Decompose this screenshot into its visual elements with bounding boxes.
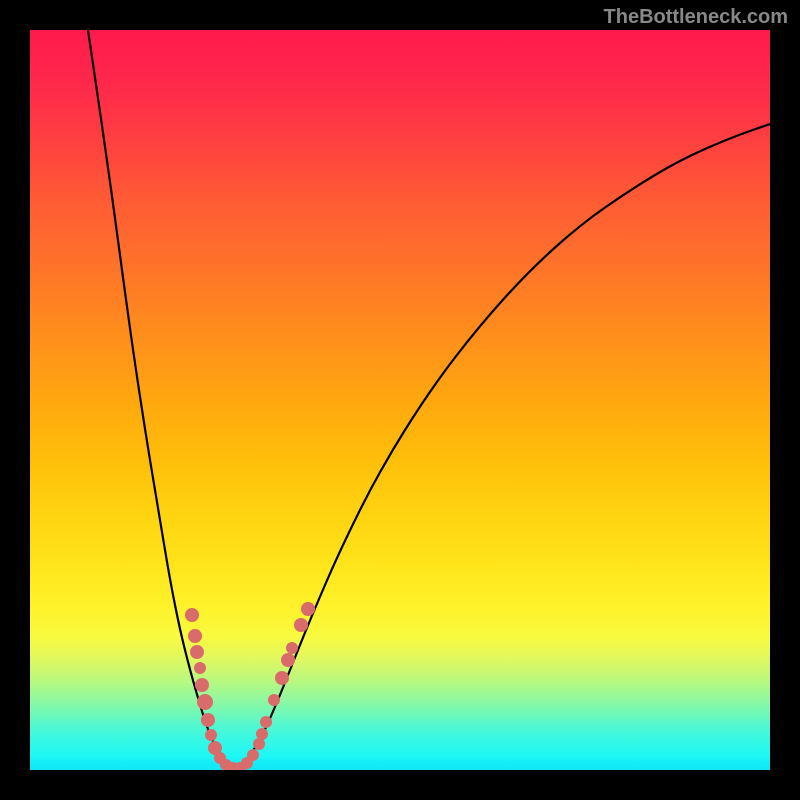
data-point — [205, 729, 217, 741]
data-point — [256, 728, 268, 740]
watermark-text: TheBottleneck.com — [604, 6, 788, 29]
data-point — [260, 716, 272, 728]
curve-left-branch — [88, 30, 236, 769]
data-point — [286, 642, 298, 654]
data-point — [301, 602, 315, 616]
data-point — [294, 618, 308, 632]
data-point — [268, 694, 280, 706]
data-point — [188, 629, 202, 643]
data-point — [247, 749, 259, 761]
data-point — [195, 678, 209, 692]
data-point — [281, 653, 295, 667]
data-point — [275, 671, 289, 685]
data-point — [197, 694, 213, 710]
data-point — [201, 713, 215, 727]
chart-plot-area — [30, 30, 770, 770]
curve-right-branch — [236, 124, 770, 769]
data-point — [190, 645, 204, 659]
data-point — [194, 662, 206, 674]
chart-svg — [30, 30, 770, 770]
chart-data-points — [185, 602, 315, 770]
data-point — [185, 608, 199, 622]
